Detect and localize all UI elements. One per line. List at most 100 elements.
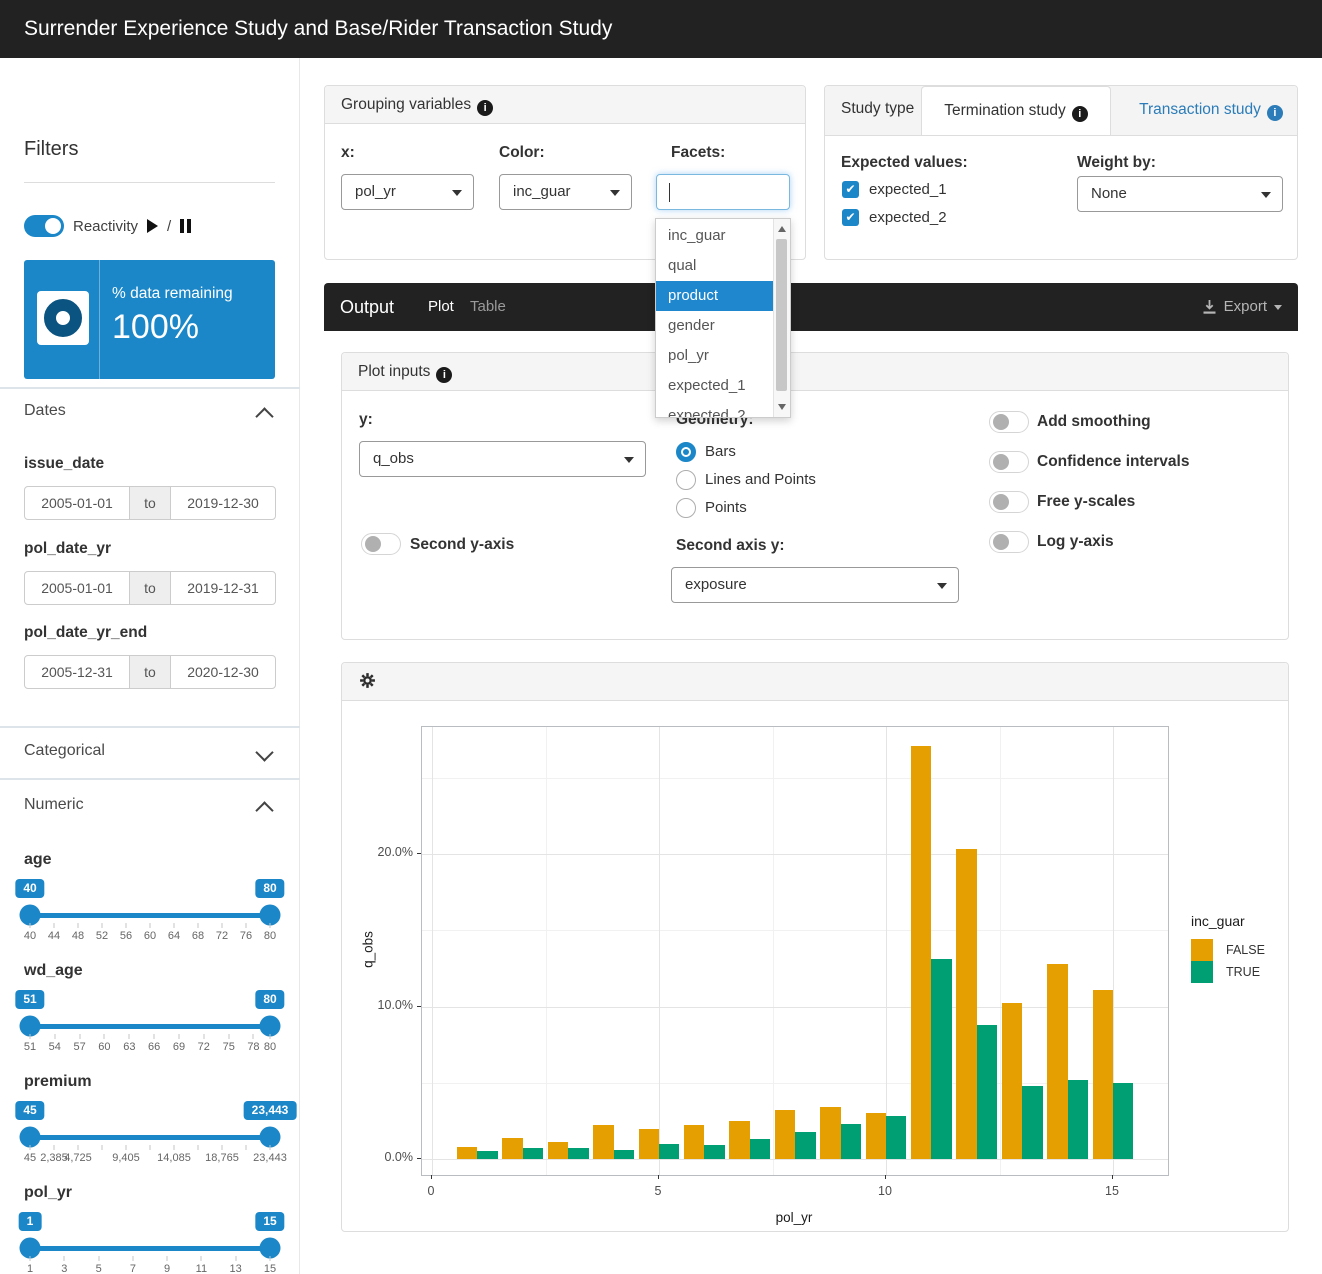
- slider-tick-label: 69: [173, 1041, 185, 1053]
- toggle-add-smoothing[interactable]: [989, 411, 1029, 433]
- slider-track[interactable]: [30, 1135, 270, 1140]
- x-select[interactable]: pol_yr: [341, 174, 474, 210]
- gridline-major: [422, 1159, 1168, 1160]
- filters-sidebar: Filters Reactivity / % data remaining 10…: [0, 58, 300, 1274]
- toggle-free-y-scales[interactable]: [989, 491, 1029, 513]
- geometry-radio-bars[interactable]: [676, 442, 696, 462]
- section-numeric[interactable]: Numeric: [24, 796, 84, 814]
- text-cursor: [669, 183, 670, 202]
- slider-to-badge[interactable]: 80: [255, 990, 284, 1009]
- record-circle-icon: [37, 291, 89, 345]
- info-icon[interactable]: i: [477, 100, 493, 116]
- info-icon[interactable]: i: [1267, 105, 1283, 121]
- output-bar: Output Plot Table Export: [324, 283, 1298, 331]
- chart-panel: 0.0%10.0%20.0%051015pol_yrq_obs inc_guar…: [341, 662, 1289, 1232]
- info-icon[interactable]: i: [436, 367, 452, 383]
- chevron-up-icon[interactable]: [255, 407, 273, 425]
- facets-option-pol_yr[interactable]: pol_yr: [656, 341, 790, 371]
- scroll-up-icon[interactable]: [778, 226, 786, 232]
- tab-plot[interactable]: Plot: [428, 283, 454, 331]
- slider-tick-mark: [126, 1145, 127, 1150]
- weight-by-select[interactable]: None: [1077, 176, 1283, 212]
- slider-tick-label: 68: [192, 930, 204, 942]
- slider-to-badge[interactable]: 23,443: [244, 1101, 297, 1120]
- facets-label: Facets:: [671, 144, 725, 162]
- tab-transaction-study[interactable]: Transaction studyi: [1121, 86, 1301, 135]
- divider: [0, 778, 300, 780]
- facets-option-qual[interactable]: qual: [656, 251, 790, 281]
- section-categorical[interactable]: Categorical: [24, 742, 105, 760]
- slider-to-badge[interactable]: 15: [255, 1212, 284, 1231]
- slider-tick-label: 80: [264, 1041, 276, 1053]
- slider-from-badge[interactable]: 40: [15, 879, 44, 898]
- slider-to-badge[interactable]: 80: [255, 879, 284, 898]
- toggle-knob: [45, 218, 61, 234]
- date-to-input[interactable]: 2020-12-30: [170, 655, 276, 689]
- tab-termination-study[interactable]: Termination studyi: [921, 86, 1111, 135]
- chevron-down-icon[interactable]: [255, 743, 273, 761]
- date-from-input[interactable]: 2005-12-31: [24, 655, 130, 689]
- facets-option-product[interactable]: product: [656, 281, 790, 311]
- gear-icon[interactable]: [358, 671, 377, 690]
- bar-false-polyr-14: [1047, 964, 1067, 1159]
- bar-false-polyr-1: [457, 1147, 477, 1159]
- chevron-up-icon[interactable]: [255, 801, 273, 819]
- facets-option-expected_2[interactable]: expected_2: [656, 401, 790, 418]
- y-axis-title: q_obs: [361, 910, 376, 990]
- facets-option-expected_1[interactable]: expected_1: [656, 371, 790, 401]
- toggle-confidence-intervals[interactable]: [989, 451, 1029, 473]
- slider-tick-label: 60: [98, 1041, 110, 1053]
- info-icon[interactable]: i: [1072, 106, 1088, 122]
- checkbox-checked-icon[interactable]: ✔: [842, 209, 859, 226]
- date-to-input[interactable]: 2019-12-30: [170, 486, 276, 520]
- bar-false-polyr-9: [820, 1107, 840, 1159]
- facets-input[interactable]: [656, 174, 790, 210]
- play-icon: [147, 219, 158, 233]
- study-type-label: Study type: [841, 100, 914, 118]
- geometry-radio-lines-and-points[interactable]: [676, 470, 696, 490]
- scroll-down-icon[interactable]: [778, 404, 786, 410]
- date-from-input[interactable]: 2005-01-01: [24, 571, 130, 605]
- facets-option-inc_guar[interactable]: inc_guar: [656, 221, 790, 251]
- section-dates[interactable]: Dates: [24, 402, 66, 420]
- slider-tick-mark: [270, 1034, 271, 1039]
- expected-checkbox-row[interactable]: ✔expected_2: [842, 209, 947, 226]
- second-axis-y-select[interactable]: exposure: [671, 567, 959, 603]
- checkbox-checked-icon[interactable]: ✔: [842, 181, 859, 198]
- radio-label: Bars: [705, 443, 736, 460]
- slider-track[interactable]: [30, 1246, 270, 1251]
- dropdown-scrollbar[interactable]: [773, 219, 790, 417]
- y-select[interactable]: q_obs: [359, 441, 646, 477]
- slider-from-badge[interactable]: 45: [15, 1101, 44, 1120]
- geometry-radio-points[interactable]: [676, 498, 696, 518]
- bar-false-polyr-15: [1093, 990, 1113, 1159]
- facets-option-gender[interactable]: gender: [656, 311, 790, 341]
- export-button[interactable]: Export: [1202, 283, 1282, 331]
- slider-track[interactable]: [30, 1024, 270, 1029]
- slider-track[interactable]: [30, 913, 270, 918]
- chart-body: 0.0%10.0%20.0%051015pol_yrq_obs inc_guar…: [342, 701, 1288, 1231]
- x-axis-title: pol_yr: [421, 1210, 1167, 1225]
- second-y-axis-toggle[interactable]: [361, 533, 401, 555]
- tab-table[interactable]: Table: [470, 283, 506, 331]
- slider-tick-label: 72: [198, 1041, 210, 1053]
- y-axis-tick-label: 20.0%: [361, 845, 413, 859]
- gridline-minor: [422, 930, 1168, 931]
- legend-swatch-false: [1191, 939, 1213, 961]
- slider-tick-mark: [30, 1034, 31, 1039]
- slider-from-badge[interactable]: 1: [19, 1212, 42, 1231]
- slider-tick-label: 9,405: [112, 1152, 140, 1164]
- expected-checkbox-row[interactable]: ✔expected_1: [842, 181, 947, 198]
- color-select[interactable]: inc_guar: [499, 174, 632, 210]
- date-to-input[interactable]: 2019-12-31: [170, 571, 276, 605]
- divider: [99, 260, 100, 379]
- scrollbar-thumb[interactable]: [776, 239, 787, 391]
- reactivity-toggle[interactable]: [24, 215, 64, 237]
- toggle-log-y-axis[interactable]: [989, 531, 1029, 553]
- slider-from-badge[interactable]: 51: [15, 990, 44, 1009]
- chart-panel-header: [342, 663, 1288, 701]
- slider-tick-mark: [129, 1034, 130, 1039]
- slider-tick-label: 51: [24, 1041, 36, 1053]
- date-from-input[interactable]: 2005-01-01: [24, 486, 130, 520]
- slider-tick-mark: [198, 1145, 199, 1150]
